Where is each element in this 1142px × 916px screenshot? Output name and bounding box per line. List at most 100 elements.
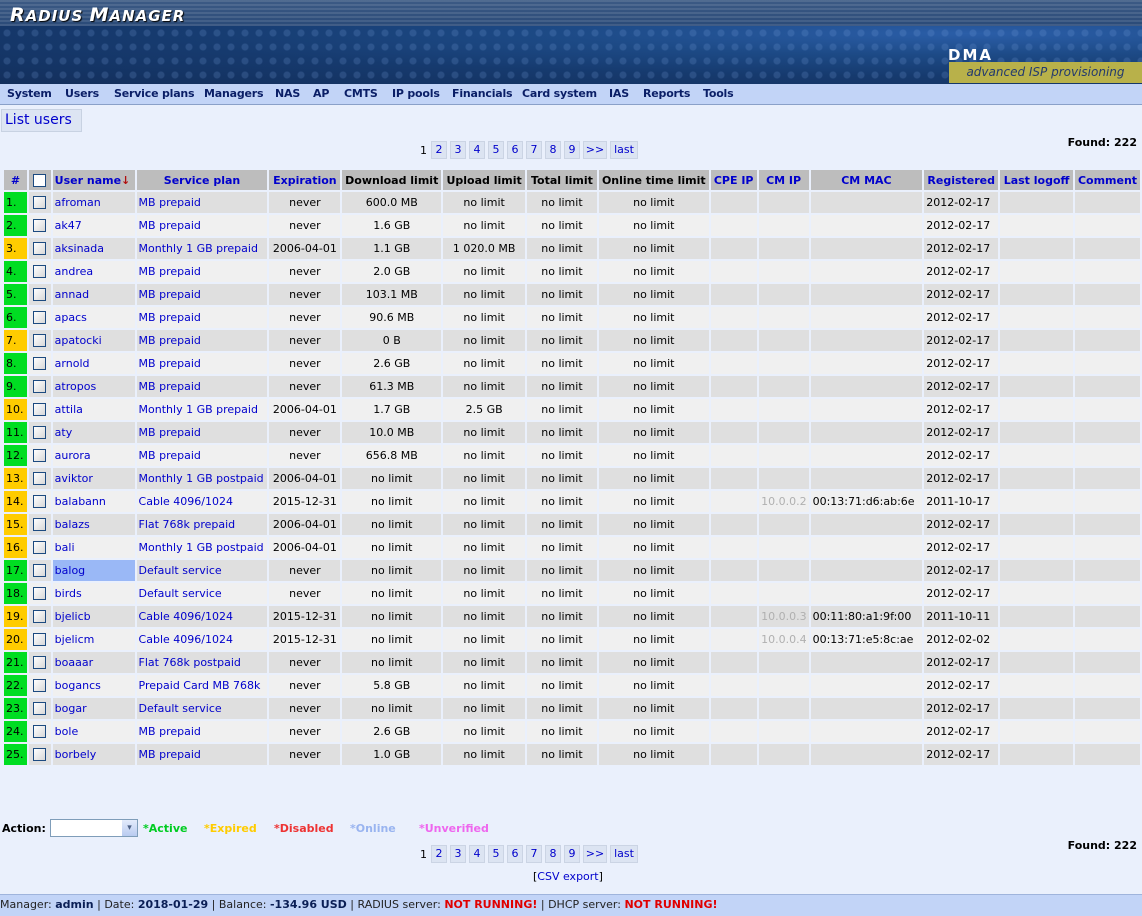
menu-item-tools[interactable]: Tools	[703, 87, 734, 100]
username-cell[interactable]: arnold	[50, 351, 137, 376]
menu-item-users[interactable]: Users	[65, 87, 99, 100]
col-header-service-plan[interactable]: Service plan	[134, 168, 270, 192]
page-link-3[interactable]: 3	[450, 141, 466, 159]
service-plan-cell[interactable]: MB prepaid	[134, 719, 270, 744]
username-cell[interactable]: bole	[50, 719, 137, 744]
username-cell[interactable]: boaaar	[50, 650, 137, 675]
row-checkbox[interactable]	[33, 702, 47, 716]
service-plan-cell[interactable]: MB prepaid	[134, 190, 270, 215]
col-header-number[interactable]: #	[2, 168, 29, 192]
username-cell[interactable]: andrea	[50, 259, 137, 284]
username-cell[interactable]: balog	[50, 558, 137, 583]
service-plan-cell[interactable]: Monthly 1 GB prepaid	[134, 397, 270, 422]
service-plan-cell[interactable]: Prepaid Card MB 768k	[134, 673, 270, 698]
service-plan-cell[interactable]: Monthly 1 GB prepaid	[134, 236, 270, 261]
row-checkbox[interactable]	[33, 357, 47, 371]
page-link-7[interactable]: 7	[526, 845, 542, 863]
menu-item-service-plans[interactable]: Service plans	[114, 87, 195, 100]
service-plan-cell[interactable]: Monthly 1 GB postpaid	[134, 466, 270, 491]
page-link-6[interactable]: 6	[507, 845, 523, 863]
service-plan-cell[interactable]: MB prepaid	[134, 351, 270, 376]
service-plan-cell[interactable]: Default service	[134, 581, 270, 606]
username-cell[interactable]: aurora	[50, 443, 137, 468]
page-link-3[interactable]: 3	[450, 845, 466, 863]
service-plan-cell[interactable]: Cable 4096/1024	[134, 604, 270, 629]
row-checkbox[interactable]	[33, 196, 47, 210]
service-plan-cell[interactable]: Default service	[134, 558, 270, 583]
row-checkbox[interactable]	[33, 265, 47, 279]
col-header-cpe-ip[interactable]: CPE IP	[708, 168, 759, 192]
page-link-7[interactable]: 7	[526, 141, 542, 159]
row-checkbox[interactable]	[33, 449, 47, 463]
username-cell[interactable]: apacs	[50, 305, 137, 330]
service-plan-cell[interactable]: MB prepaid	[134, 213, 270, 238]
row-checkbox[interactable]	[33, 725, 47, 739]
username-cell[interactable]: ak47	[50, 213, 137, 238]
service-plan-cell[interactable]: Default service	[134, 696, 270, 721]
menu-item-ias[interactable]: IAS	[609, 87, 629, 100]
row-checkbox[interactable]	[33, 380, 47, 394]
dropdown-arrow-icon[interactable]: ▾	[122, 820, 137, 836]
menu-item-financials[interactable]: Financials	[452, 87, 513, 100]
menu-item-cmts[interactable]: CMTS	[344, 87, 378, 100]
service-plan-cell[interactable]: MB prepaid	[134, 420, 270, 445]
page-link-5[interactable]: 5	[488, 845, 504, 863]
row-checkbox[interactable]	[33, 242, 47, 256]
row-checkbox[interactable]	[33, 219, 47, 233]
row-checkbox[interactable]	[33, 748, 47, 762]
username-cell[interactable]: aviktor	[50, 466, 137, 491]
username-cell[interactable]: annad	[50, 282, 137, 307]
service-plan-cell[interactable]: MB prepaid	[134, 305, 270, 330]
username-cell[interactable]: bali	[50, 535, 137, 560]
service-plan-cell[interactable]: MB prepaid	[134, 443, 270, 468]
username-cell[interactable]: bjelicb	[50, 604, 137, 629]
row-checkbox[interactable]	[33, 426, 47, 440]
page-link-2[interactable]: 2	[431, 141, 447, 159]
username-cell[interactable]: aksinada	[50, 236, 137, 261]
username-cell[interactable]: birds	[50, 581, 137, 606]
service-plan-cell[interactable]: Flat 768k prepaid	[134, 512, 270, 537]
row-checkbox[interactable]	[33, 656, 47, 670]
row-checkbox[interactable]	[33, 472, 47, 486]
menu-item-managers[interactable]: Managers	[204, 87, 264, 100]
col-header-last-logoff[interactable]: Last logoff	[998, 168, 1075, 192]
row-checkbox[interactable]	[33, 564, 47, 578]
page-link-8[interactable]: 8	[545, 141, 561, 159]
page-last-button[interactable]: last	[610, 845, 638, 863]
col-header-comment[interactable]: Comment	[1072, 168, 1142, 192]
row-checkbox[interactable]	[33, 541, 47, 555]
col-header-registered[interactable]: Registered	[922, 168, 1001, 192]
col-header-username[interactable]: User name↓	[50, 168, 137, 192]
row-checkbox[interactable]	[33, 334, 47, 348]
row-checkbox[interactable]	[33, 311, 47, 325]
menu-item-ip-pools[interactable]: IP pools	[392, 87, 440, 100]
page-link-6[interactable]: 6	[507, 141, 523, 159]
service-plan-cell[interactable]: Cable 4096/1024	[134, 627, 270, 652]
service-plan-cell[interactable]: MB prepaid	[134, 328, 270, 353]
username-cell[interactable]: bogancs	[50, 673, 137, 698]
csv-export-link[interactable]: [CSV export]	[533, 870, 603, 883]
username-cell[interactable]: apatocki	[50, 328, 137, 353]
username-cell[interactable]: bjelicm	[50, 627, 137, 652]
row-checkbox[interactable]	[33, 403, 47, 417]
row-checkbox[interactable]	[33, 587, 47, 601]
service-plan-cell[interactable]: Cable 4096/1024	[134, 489, 270, 514]
action-select[interactable]: ▾	[50, 819, 138, 837]
menu-item-system[interactable]: System	[7, 87, 52, 100]
username-cell[interactable]: borbely	[50, 742, 137, 767]
service-plan-cell[interactable]: MB prepaid	[134, 742, 270, 767]
page-link-4[interactable]: 4	[469, 845, 485, 863]
menu-item-card-system[interactable]: Card system	[522, 87, 597, 100]
row-checkbox[interactable]	[33, 495, 47, 509]
row-checkbox[interactable]	[33, 610, 47, 624]
col-header-cm-ip[interactable]: CM IP	[756, 168, 811, 192]
page-last-button[interactable]: last	[610, 141, 638, 159]
page-link-2[interactable]: 2	[431, 845, 447, 863]
page-link-9[interactable]: 9	[564, 141, 580, 159]
page-link-5[interactable]: 5	[488, 141, 504, 159]
service-plan-cell[interactable]: MB prepaid	[134, 374, 270, 399]
page-link-8[interactable]: 8	[545, 845, 561, 863]
row-checkbox[interactable]	[33, 633, 47, 647]
menu-item-nas[interactable]: NAS	[275, 87, 300, 100]
row-checkbox[interactable]	[33, 518, 47, 532]
